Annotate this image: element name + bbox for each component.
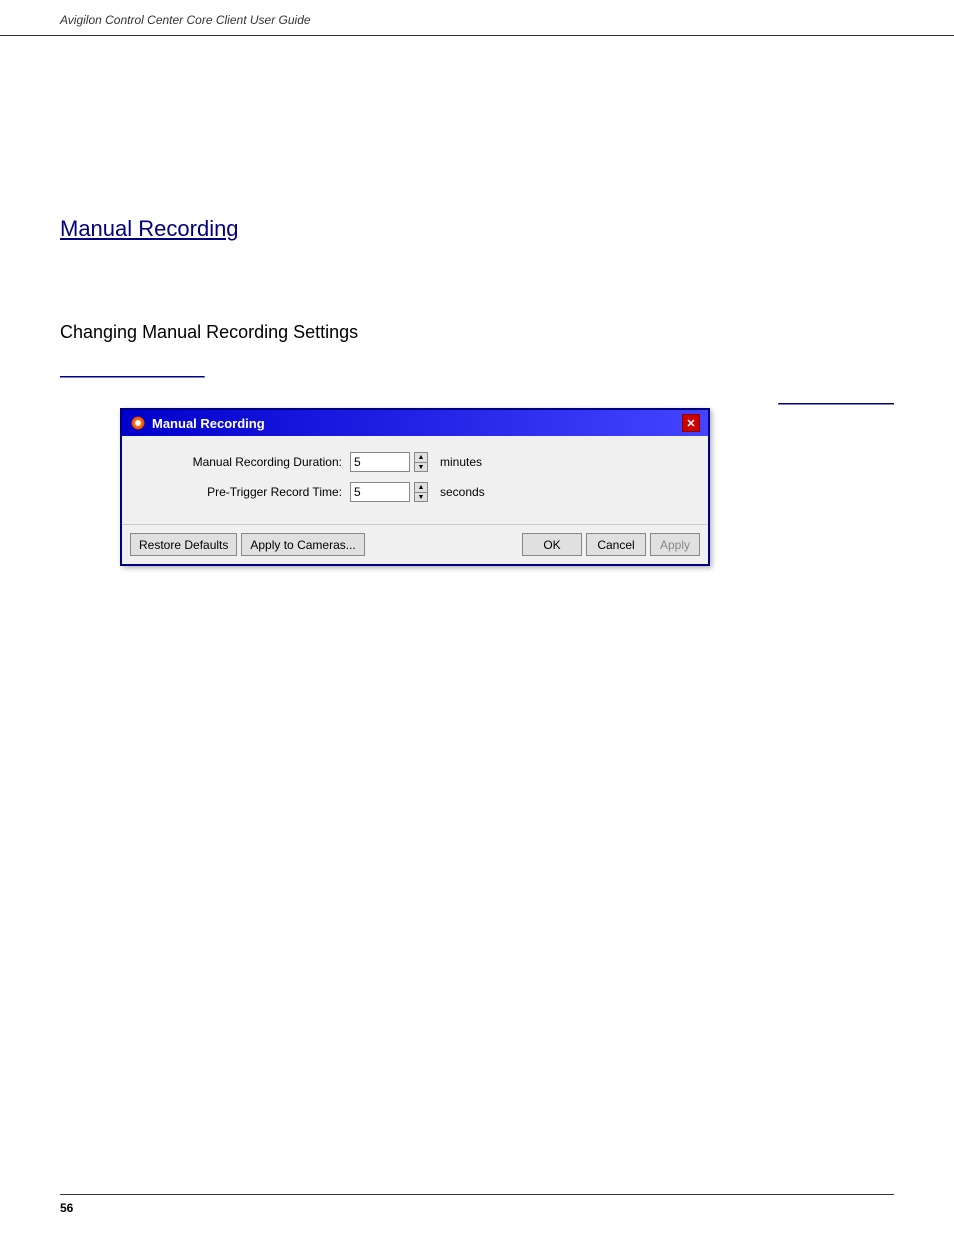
pretrigger-down-arrow[interactable]: ▼ [414, 492, 428, 502]
top-right-link[interactable]: ________________ [778, 390, 894, 405]
dialog-title-left: Manual Recording [130, 415, 265, 431]
content-area: Manual Recording ________________ Changi… [0, 36, 954, 606]
duration-input[interactable] [350, 452, 410, 472]
recording-icon [130, 415, 146, 431]
dialog-titlebar: Manual Recording ✕ [122, 410, 708, 436]
apply-button[interactable]: Apply [650, 533, 700, 556]
page-wrapper: Avigilon Control Center Core Client User… [0, 0, 954, 1235]
duration-arrows: ▲ ▼ [414, 452, 428, 472]
page-number: 56 [60, 1201, 73, 1215]
page-footer: 56 [60, 1194, 894, 1215]
pretrigger-arrows: ▲ ▼ [414, 482, 428, 502]
duration-unit: minutes [440, 455, 482, 469]
underline-ref-link[interactable]: ____________________ [60, 363, 205, 378]
underline-ref-area: ____________________ [60, 363, 894, 378]
apply-to-cameras-button[interactable]: Apply to Cameras... [241, 533, 364, 556]
section-heading-manual-recording: Manual Recording [60, 216, 894, 242]
duration-row: Manual Recording Duration: ▲ ▼ minutes [142, 452, 688, 472]
manual-recording-dialog: Manual Recording ✕ Manual Recording Dura… [120, 408, 710, 566]
page-header: Avigilon Control Center Core Client User… [0, 0, 954, 36]
restore-defaults-button[interactable]: Restore Defaults [130, 533, 237, 556]
dialog-close-button[interactable]: ✕ [682, 414, 700, 432]
pretrigger-spinner-group: ▲ ▼ [350, 482, 428, 502]
duration-spinner-group: ▲ ▼ [350, 452, 428, 472]
duration-up-arrow[interactable]: ▲ [414, 452, 428, 462]
pretrigger-unit: seconds [440, 485, 485, 499]
dialog-wrapper: Manual Recording ✕ Manual Recording Dura… [120, 408, 894, 566]
pretrigger-label: Pre-Trigger Record Time: [142, 485, 342, 499]
duration-label: Manual Recording Duration: [142, 455, 342, 469]
ok-button[interactable]: OK [522, 533, 582, 556]
cancel-button[interactable]: Cancel [586, 533, 646, 556]
header-title: Avigilon Control Center Core Client User… [60, 13, 311, 27]
pretrigger-up-arrow[interactable]: ▲ [414, 482, 428, 492]
dialog-content: Manual Recording Duration: ▲ ▼ minutes [122, 436, 708, 524]
dialog-footer: Restore Defaults Apply to Cameras... OK … [122, 524, 708, 564]
section-heading-changing-settings: Changing Manual Recording Settings [60, 322, 894, 343]
pretrigger-row: Pre-Trigger Record Time: ▲ ▼ seconds [142, 482, 688, 502]
pretrigger-input[interactable] [350, 482, 410, 502]
dialog-title-text: Manual Recording [152, 416, 265, 431]
top-right-link-area: ________________ [778, 390, 894, 405]
duration-down-arrow[interactable]: ▼ [414, 462, 428, 472]
